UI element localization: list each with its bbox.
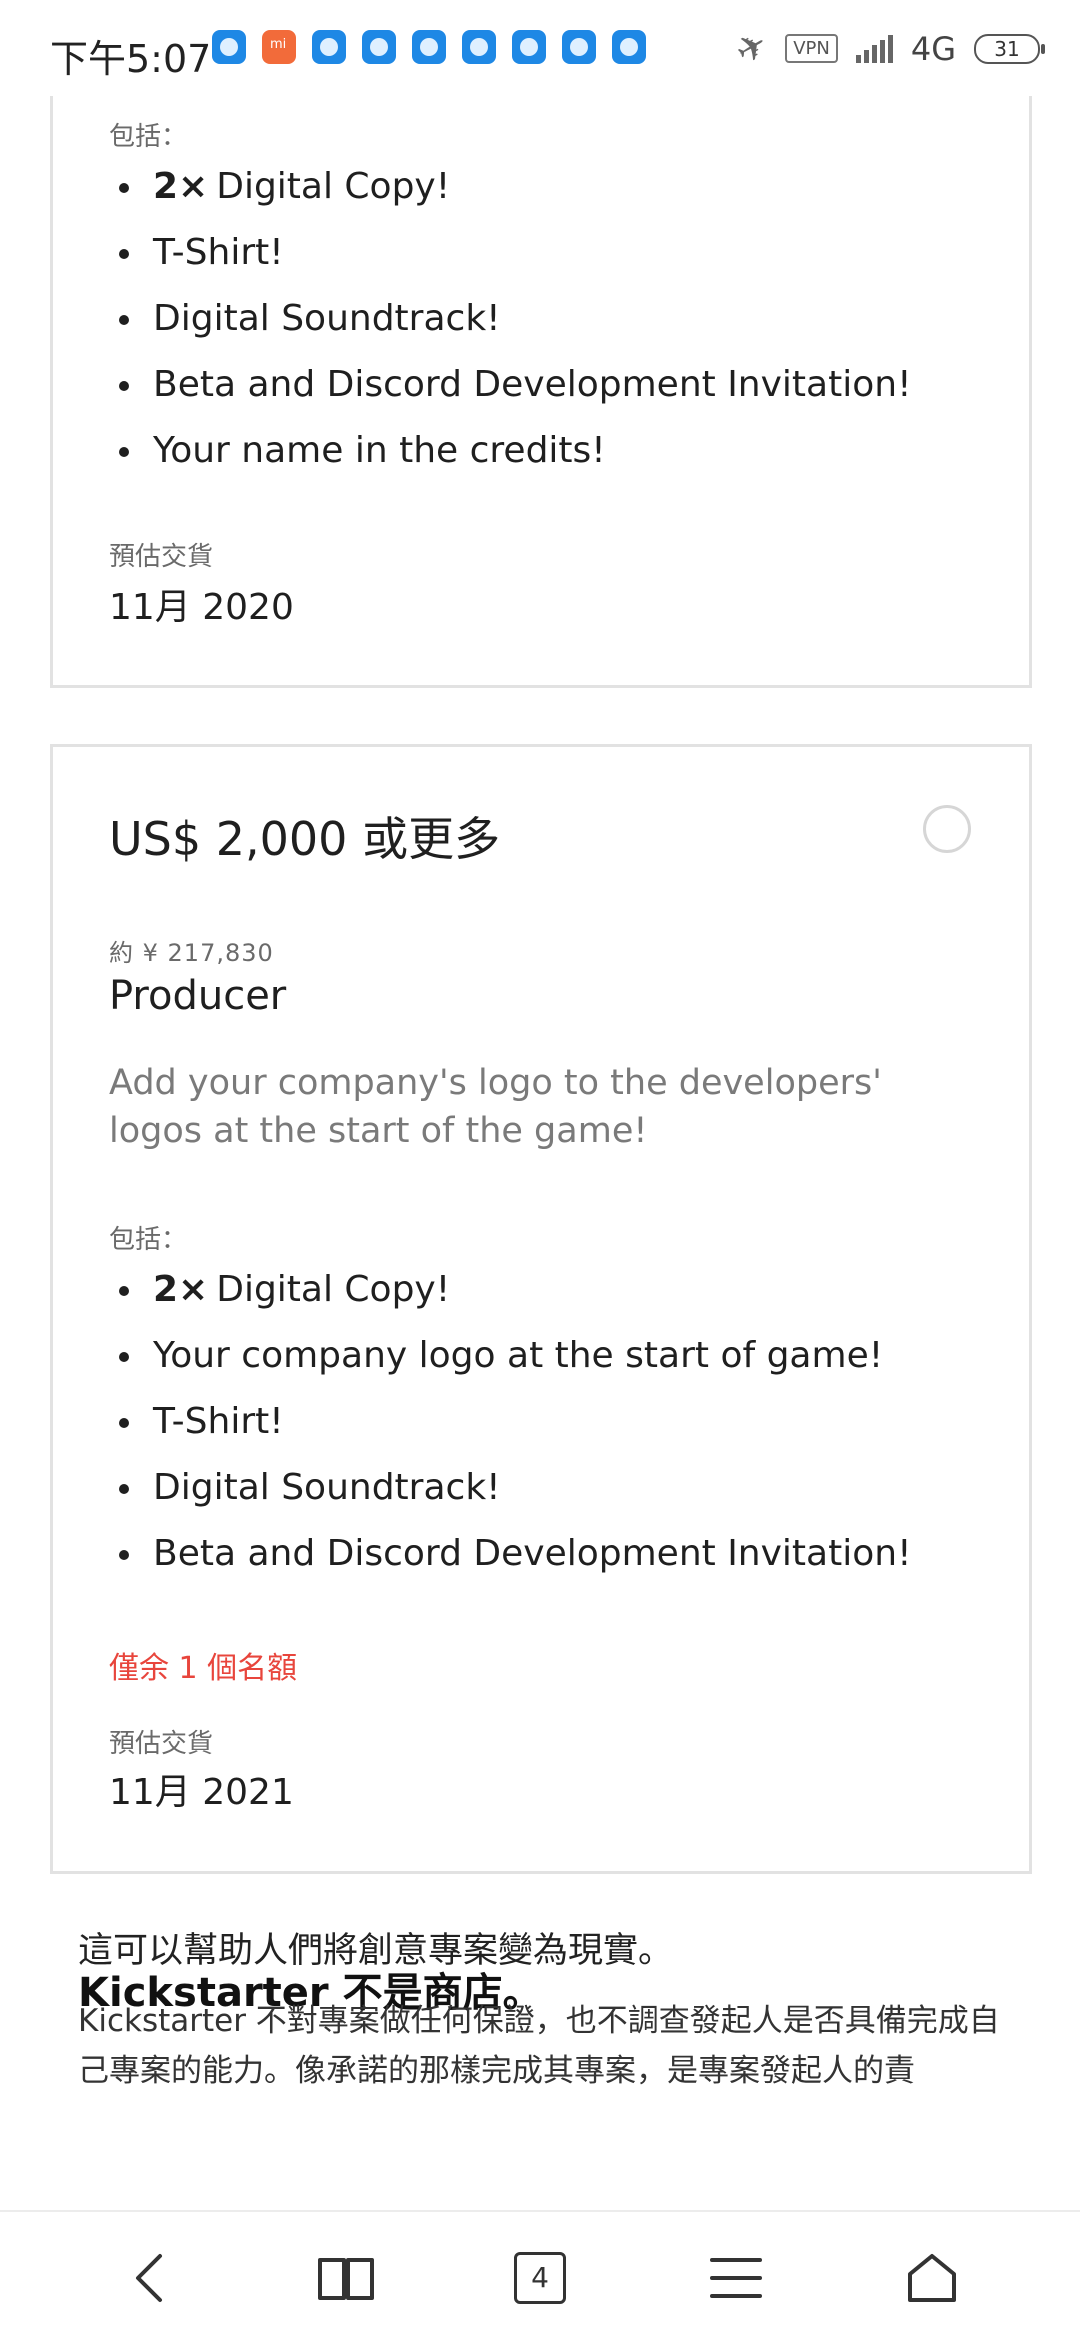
includes-list: 2× Digital Copy! Your company logo at the… bbox=[73, 1257, 912, 1587]
app-notification-icon bbox=[362, 30, 396, 64]
includes-label: 包括： bbox=[109, 122, 188, 152]
list-item: T-Shirt! bbox=[73, 1389, 912, 1455]
includes-list: 2× Digital Copy! T-Shirt! Digital Soundtr… bbox=[73, 154, 912, 484]
signal-icon bbox=[855, 34, 893, 63]
book-icon bbox=[318, 2258, 374, 2300]
status-time: 下午5:07 bbox=[50, 37, 212, 81]
bottom-navigation: 4 bbox=[0, 2210, 1080, 2340]
delivery-label: 預估交貨 bbox=[109, 1729, 214, 1759]
menu-button[interactable] bbox=[696, 2240, 776, 2316]
network-type: 4G bbox=[910, 29, 956, 68]
notification-icons bbox=[212, 30, 646, 64]
reward-price: US$ 2,000 或更多 bbox=[109, 812, 501, 866]
delivery-date: 11月 2020 bbox=[109, 587, 294, 628]
remaining-badge: 僅余 1 個名額 bbox=[109, 1651, 298, 1686]
delivery-label: 預估交貨 bbox=[109, 542, 214, 572]
tab-count: 4 bbox=[514, 2252, 566, 2304]
list-item: T-Shirt! bbox=[73, 220, 912, 286]
app-notification-icon bbox=[612, 30, 646, 64]
reward-title: Producer bbox=[109, 973, 287, 1019]
app-notification-icon bbox=[312, 30, 346, 64]
hamburger-menu-icon bbox=[710, 2258, 762, 2298]
status-bar: 下午5:07 ✈ VPN 4G 31 bbox=[0, 0, 1080, 96]
reward-card[interactable]: 包括： 2× Digital Copy! T-Shirt! Digital Sou… bbox=[50, 96, 1032, 688]
includes-label: 包括： bbox=[109, 1225, 188, 1255]
chevron-left-icon bbox=[136, 2254, 162, 2302]
kickstarter-note-subheading: 這可以幫助人們將創意專案變為現實。 bbox=[78, 1931, 674, 1971]
bookmarks-button[interactable] bbox=[306, 2240, 386, 2316]
app-notification-icon bbox=[462, 30, 496, 64]
list-item: Digital Soundtrack! bbox=[73, 1455, 912, 1521]
list-item: 2× Digital Copy! bbox=[73, 1257, 912, 1323]
app-notification-icon bbox=[562, 30, 596, 64]
home-icon bbox=[908, 2254, 956, 2302]
kickstarter-note-body: Kickstarter 不對專案做任何保證，也不調查發起人是否具備完成自己專案的… bbox=[78, 2003, 1000, 2089]
list-item: Your name in the credits! bbox=[73, 418, 912, 484]
list-item: 2× Digital Copy! bbox=[73, 154, 912, 220]
app-notification-icon bbox=[512, 30, 546, 64]
list-item: Your company logo at the start of game! bbox=[73, 1323, 912, 1389]
delivery-date: 11月 2021 bbox=[109, 1772, 294, 1813]
back-button[interactable] bbox=[110, 2240, 190, 2316]
reward-card-producer[interactable]: US$ 2,000 或更多 約 ¥ 217,830 Producer Add y… bbox=[50, 744, 1032, 1874]
status-right: ✈ VPN 4G 31 bbox=[729, 23, 1045, 74]
paper-plane-icon: ✈ bbox=[728, 23, 776, 74]
list-item: Beta and Discord Development Invitation! bbox=[73, 1521, 912, 1587]
app-notification-icon bbox=[412, 30, 446, 64]
vpn-indicator: VPN bbox=[785, 34, 838, 63]
tabs-button[interactable]: 4 bbox=[500, 2240, 580, 2316]
reward-select-radio[interactable] bbox=[923, 805, 971, 853]
list-item: Digital Soundtrack! bbox=[73, 286, 912, 352]
list-item: Beta and Discord Development Invitation! bbox=[73, 352, 912, 418]
home-button[interactable] bbox=[892, 2240, 972, 2316]
app-notification-icon bbox=[212, 30, 246, 64]
page-content[interactable]: 包括： 2× Digital Copy! T-Shirt! Digital Sou… bbox=[0, 96, 1080, 2210]
converted-price: 約 ¥ 217,830 bbox=[109, 939, 274, 967]
battery-icon: 31 bbox=[974, 33, 1045, 64]
mi-app-icon bbox=[262, 30, 296, 64]
reward-description: Add your company's logo to the developer… bbox=[109, 1063, 882, 1151]
